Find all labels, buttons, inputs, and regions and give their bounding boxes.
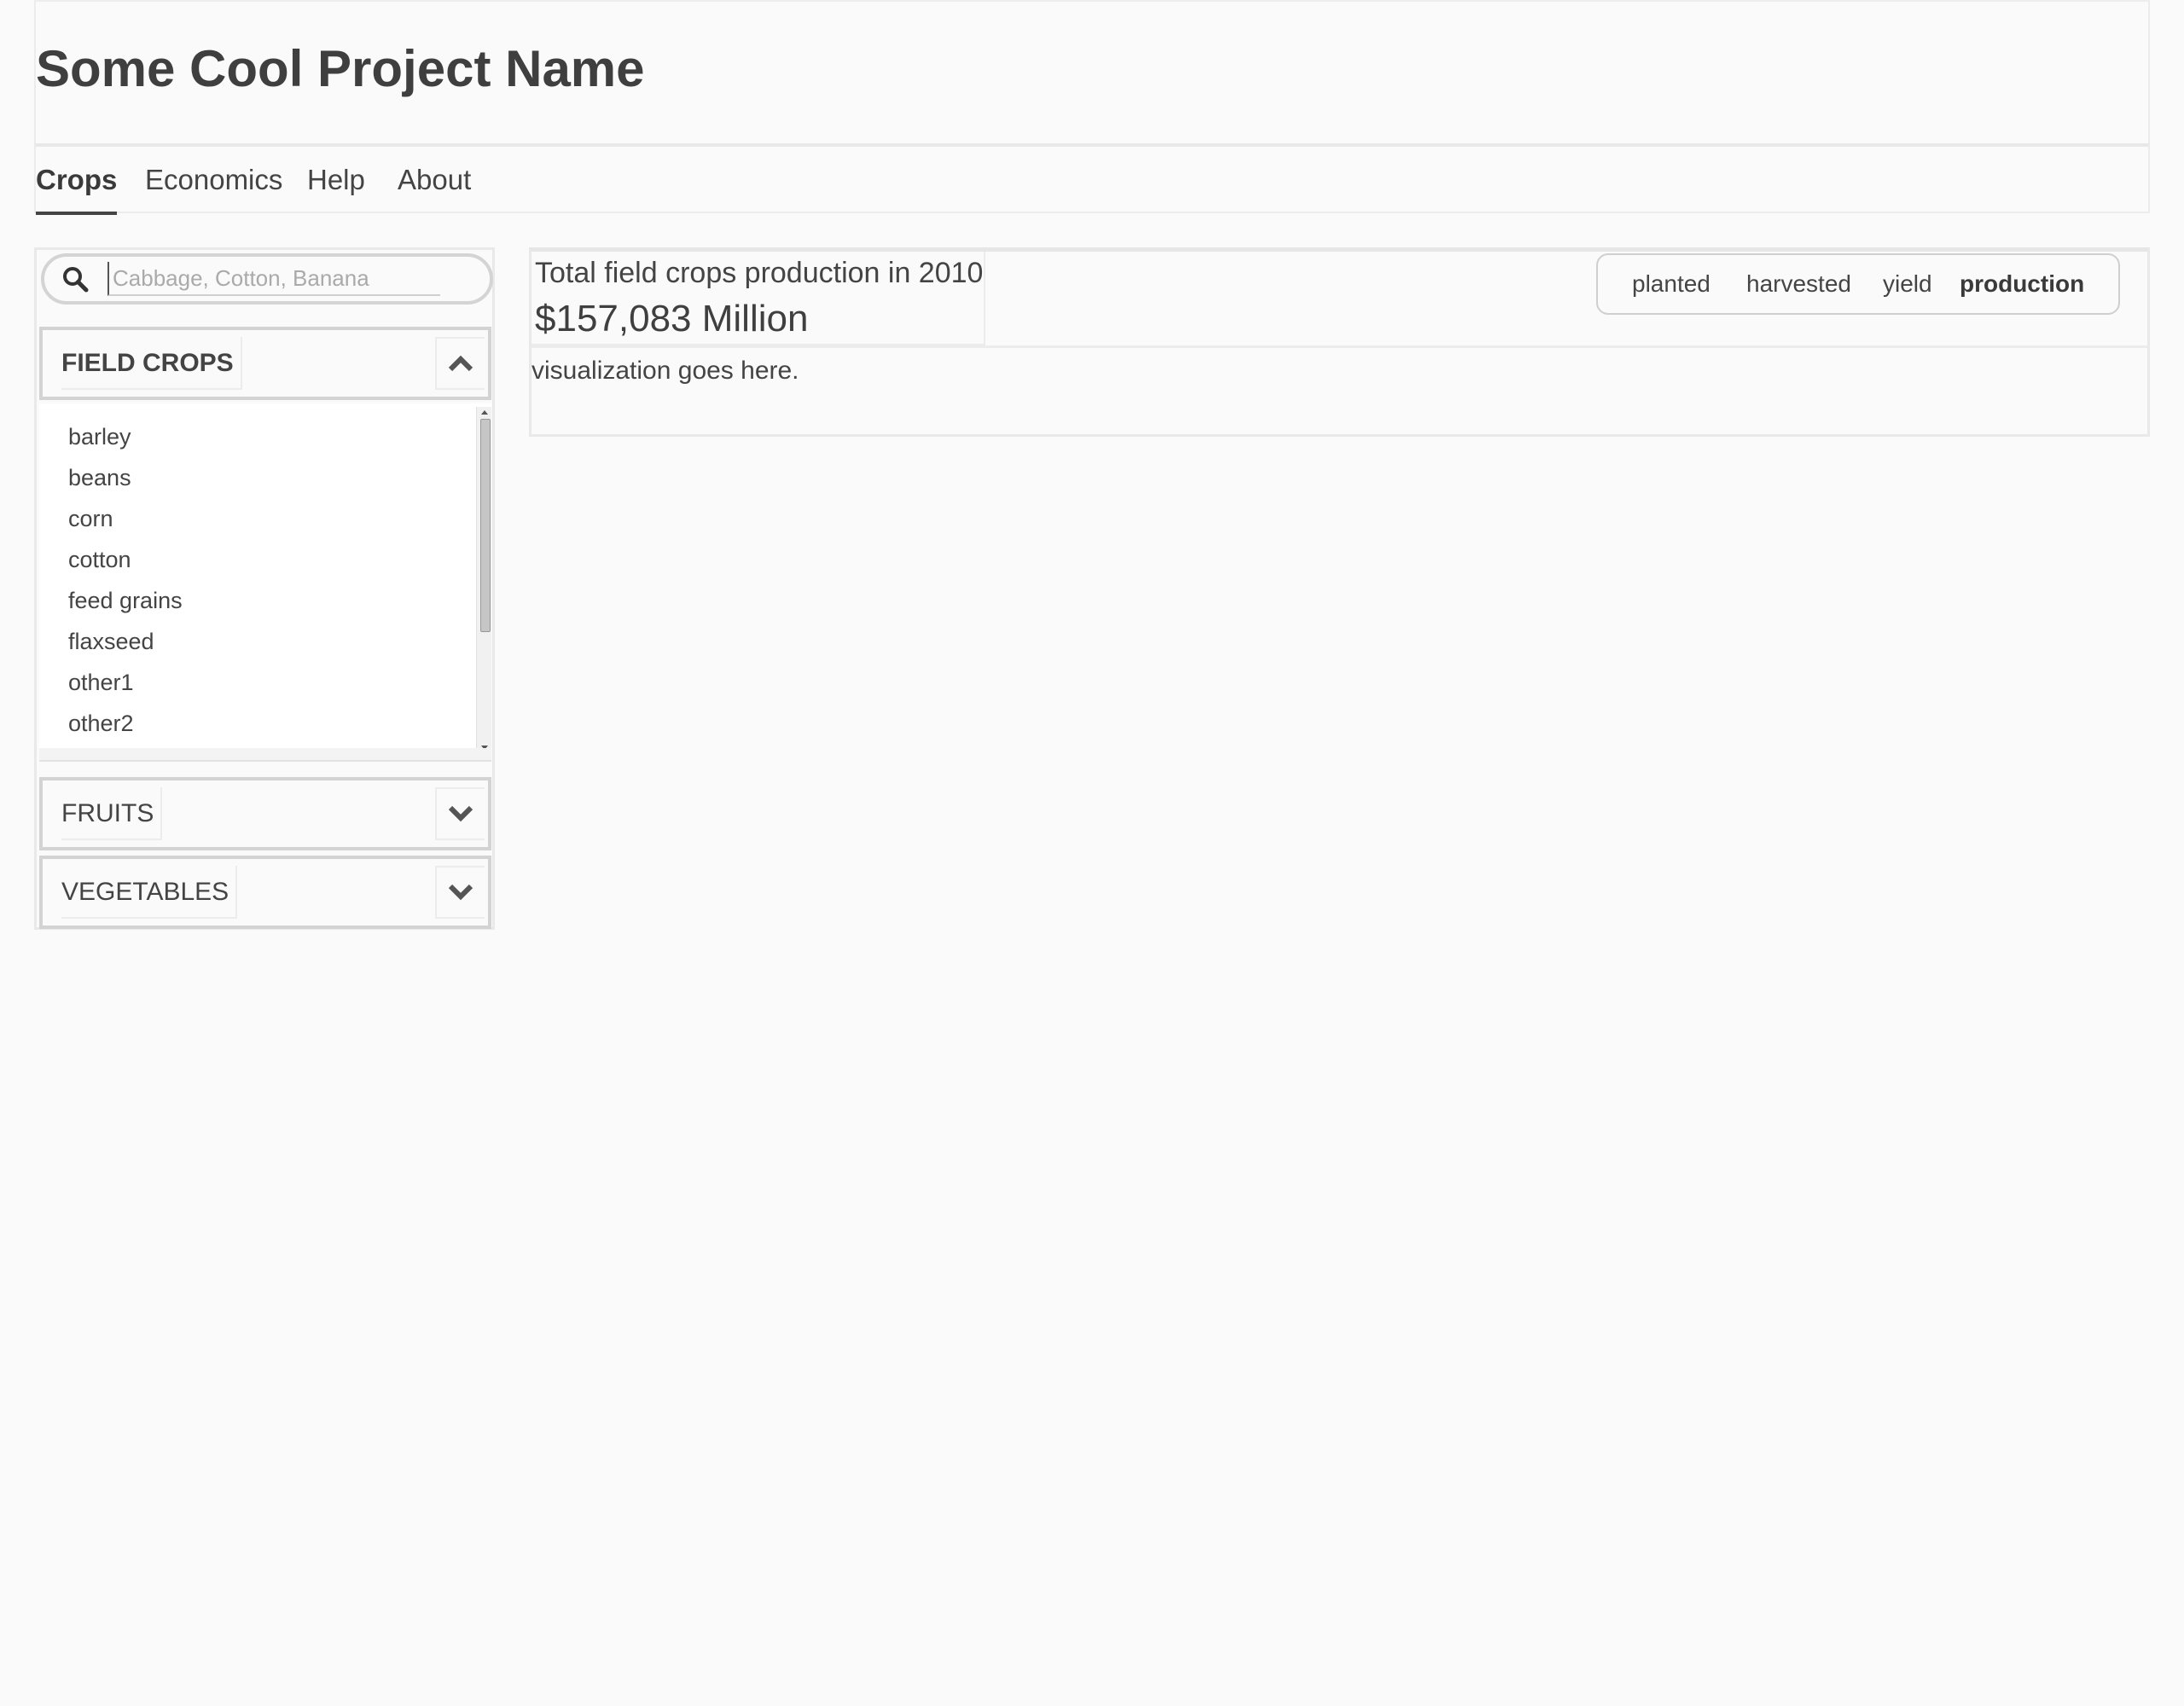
visualization-area: visualization goes here. (531, 345, 2147, 436)
tab-crops[interactable]: Crops (36, 164, 118, 215)
list-item[interactable]: barley (68, 424, 131, 450)
accordion-label-field-crops: FIELD CROPS (61, 337, 242, 390)
app-header: Some Cool Project Name (34, 0, 2150, 145)
collapse-toggle[interactable] (435, 337, 485, 390)
metric-option-production[interactable]: production (1960, 270, 2084, 298)
field-crops-list[interactable]: barley beans corn cotton feed grains fla… (39, 403, 491, 762)
list-item[interactable]: other1 (68, 670, 134, 696)
visualization-placeholder: visualization goes here. (531, 357, 799, 385)
list-item[interactable]: feed grains (68, 588, 183, 614)
horizontal-scrollbar[interactable] (39, 748, 491, 760)
main-panel: Total field crops production in 2010 $15… (529, 247, 2150, 437)
search-input[interactable] (107, 262, 440, 296)
summary-stat: Total field crops production in 2010 $15… (531, 252, 985, 345)
scroll-thumb[interactable] (480, 419, 491, 632)
search-icon (61, 265, 90, 294)
scroll-up-icon[interactable] (481, 410, 488, 415)
stat-label: Total field crops production in 2010 (535, 257, 984, 289)
list-item[interactable]: beans (68, 465, 131, 491)
crop-sidebar: FIELD CROPS barley beans corn cotton fee… (34, 247, 495, 930)
accordion-vegetables[interactable]: VEGETABLES (39, 856, 491, 929)
accordion-label-vegetables: VEGETABLES (61, 866, 238, 919)
accordion-field-crops[interactable]: FIELD CROPS (39, 327, 491, 400)
accordion-fruits[interactable]: FRUITS (39, 777, 491, 850)
metric-option-harvested[interactable]: harvested (1746, 270, 1851, 298)
tab-help[interactable]: Help (307, 164, 365, 212)
search-box (41, 253, 493, 305)
nav-bar: Crops Economics Help About (34, 143, 2150, 215)
metric-toggle-group: planted harvested yield production (1596, 253, 2120, 315)
list-item[interactable]: corn (68, 506, 113, 532)
accordion-label-fruits: FRUITS (61, 787, 163, 840)
metric-option-yield[interactable]: yield (1883, 270, 1932, 298)
tab-economics[interactable]: Economics (145, 164, 282, 212)
chevron-up-icon (448, 355, 473, 372)
list-item[interactable]: flaxseed (68, 629, 154, 655)
expand-toggle[interactable] (435, 866, 485, 919)
expand-toggle[interactable] (435, 787, 485, 840)
tab-about[interactable]: About (398, 164, 471, 212)
page-title: Some Cool Project Name (36, 40, 645, 97)
chevron-down-icon (448, 884, 473, 901)
list-scrollbar[interactable] (476, 407, 491, 751)
metric-option-planted[interactable]: planted (1632, 270, 1711, 298)
list-item[interactable]: cotton (68, 547, 131, 573)
stat-value: $157,083 Million (535, 298, 809, 339)
chevron-down-icon (448, 805, 473, 822)
list-item[interactable]: other2 (68, 711, 134, 737)
